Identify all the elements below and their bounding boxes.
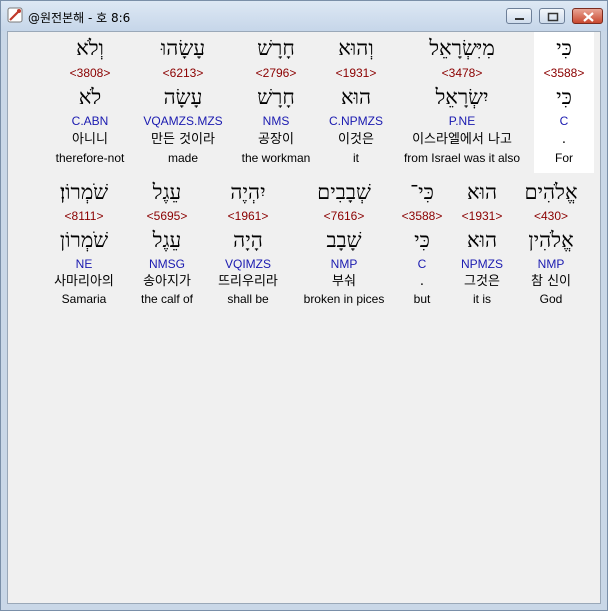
english-gloss: from Israel was it also — [403, 151, 521, 165]
word-cell[interactable]: וְלֹא <3808> לֹא C.ABN 아니니 therefore-not — [50, 32, 130, 173]
hebrew-word: הוּא — [466, 180, 498, 204]
strong-number[interactable]: <2796> — [236, 66, 316, 80]
hebrew-root: יִשְׂרָאֵל — [435, 85, 489, 109]
strong-number[interactable]: <3808> — [50, 66, 130, 80]
strong-number[interactable]: <1931> — [450, 209, 514, 223]
word-cell[interactable]: שְׁבָבִים <7616> שָׁבָב NMP 부숴 broken in… — [296, 178, 392, 319]
strong-number[interactable]: <1931> — [318, 66, 394, 80]
word-cell[interactable]: וְהוּא <1931> הוּא C.NPMZS 이것은 it — [318, 32, 394, 173]
hebrew-root: הָיָה — [233, 228, 263, 252]
korean-gloss: . — [419, 274, 425, 289]
interlinear-panel: כִּי <3588> כִּי C . For מִיִּשְׂרָאֵל <… — [7, 31, 601, 604]
strong-number[interactable]: <3588> — [394, 209, 450, 223]
word-cell[interactable]: כִּי־ <3588> כִּי C . but — [394, 178, 450, 319]
window-title: @원전본해 - 호 8:6 — [28, 11, 131, 25]
morphology-code: NMP — [330, 257, 358, 271]
hebrew-root: הוּא — [466, 228, 498, 252]
hebrew-root: עָשָׂה — [163, 85, 203, 109]
english-gloss: Samaria — [61, 292, 107, 306]
english-gloss: the workman — [241, 151, 311, 165]
morphology-code: C.ABN — [71, 114, 109, 128]
korean-gloss: 뜨리우리라 — [218, 274, 278, 289]
english-gloss: the calf of — [140, 292, 194, 306]
english-gloss: it is — [473, 292, 491, 306]
hebrew-root: כִּי — [556, 85, 572, 109]
strong-number[interactable]: <7616> — [296, 209, 392, 223]
hebrew-root: חָרָשׁ — [257, 85, 295, 109]
korean-gloss: 이것은 — [338, 132, 374, 147]
hebrew-root: הוּא — [340, 85, 372, 109]
strong-number[interactable]: <1961> — [208, 209, 288, 223]
word-cell[interactable]: עֵגֶל <5695> עֵגֶל NMSG 송아지가 the calf of — [132, 178, 202, 319]
english-gloss: God — [539, 292, 563, 306]
hebrew-word: חָרָשׁ — [257, 36, 295, 60]
korean-gloss: 참 신이 — [530, 274, 571, 289]
hebrew-root: כִּי — [414, 228, 430, 252]
hebrew-word: וְהוּא — [338, 36, 374, 60]
english-gloss: made — [167, 151, 199, 165]
korean-gloss: . — [561, 132, 567, 147]
hebrew-root: שָׁבָב — [326, 228, 362, 252]
hebrew-word: שֹׁמְרוֹן׃ — [59, 180, 109, 204]
word-cell[interactable]: יִהְיֶה <1961> הָיָה VQIMZS 뜨리우리라 shall … — [208, 178, 288, 319]
korean-gloss: 공장이 — [258, 132, 294, 147]
morphology-code: VQAMZS.MZS — [143, 114, 223, 128]
morphology-code: P.NE — [448, 114, 476, 128]
hebrew-word: וְלֹא — [76, 36, 104, 60]
strong-number[interactable]: <5695> — [132, 209, 202, 223]
app-icon — [7, 7, 23, 23]
morphology-code: NE — [75, 257, 93, 271]
english-gloss: therefore-not — [55, 151, 125, 165]
morphology-code: C — [559, 114, 569, 128]
morphology-code: NMSG — [149, 257, 185, 271]
morphology-code: VQIMZS — [224, 257, 271, 271]
english-gloss: For — [555, 151, 573, 165]
hebrew-word: אֱלֹהִים — [524, 180, 578, 204]
minimize-button[interactable] — [506, 8, 532, 24]
title-bar[interactable]: @원전본해 - 호 8:6 — [1, 1, 607, 31]
word-cell[interactable]: כִּי <3588> כִּי C . For — [534, 32, 594, 173]
korean-gloss: 이스라엘에서 나고 — [412, 132, 512, 147]
morphology-code: NMS — [262, 114, 290, 128]
strong-number[interactable]: <6213> — [136, 66, 230, 80]
english-gloss: but — [413, 292, 431, 306]
maximize-button[interactable] — [539, 8, 565, 24]
english-gloss: shall be — [227, 292, 269, 306]
korean-gloss: 아니니 — [72, 132, 108, 147]
korean-gloss: 송아지가 — [143, 274, 191, 289]
korean-gloss: 만든 것이라 — [151, 132, 215, 147]
hebrew-word: עָשָׂהוּ — [160, 36, 206, 60]
morphology-code: C — [417, 257, 427, 271]
hebrew-word: כִּי־ — [410, 180, 434, 204]
english-gloss: broken in pices — [303, 292, 385, 306]
korean-gloss: 그것은 — [464, 274, 500, 289]
close-button[interactable] — [572, 8, 603, 24]
hebrew-root: עֵגֶל — [152, 228, 182, 252]
korean-gloss: 사마리아의 — [54, 274, 114, 289]
word-cell[interactable]: עָשָׂהוּ <6213> עָשָׂה VQAMZS.MZS 만든 것이라… — [136, 32, 230, 173]
strong-number[interactable]: <3478> — [394, 66, 530, 80]
word-cell[interactable]: הוּא <1931> הוּא NPMZS 그것은 it is — [450, 178, 514, 319]
korean-gloss: 부숴 — [332, 274, 356, 289]
morphology-code: NMP — [537, 257, 565, 271]
strong-number[interactable]: <8111> — [44, 209, 124, 223]
word-cell[interactable]: אֱלֹהִים <430> אֱלֹהִין NMP 참 신이 God — [514, 178, 588, 319]
strong-number[interactable]: <3588> — [534, 66, 594, 80]
hebrew-word: עֵגֶל — [152, 180, 182, 204]
morphology-code: C.NPMZS — [329, 114, 383, 128]
morphology-code: NPMZS — [461, 257, 503, 271]
app-window: @원전본해 - 호 8:6 כִּי <3588> כִּי C . For מ… — [0, 0, 608, 611]
word-cell[interactable]: שֹׁמְרוֹן׃ <8111> שֹׁמְרוֹן NE 사마리아의 Sam… — [44, 178, 124, 319]
hebrew-word: מִיִּשְׂרָאֵל — [429, 36, 495, 60]
hebrew-root: שֹׁמְרוֹן — [59, 228, 109, 252]
english-gloss: it — [353, 151, 359, 165]
hebrew-word: שְׁבָבִים — [317, 180, 371, 204]
hebrew-word: כִּי — [556, 36, 572, 60]
hebrew-root: אֱלֹהִין — [528, 228, 574, 252]
word-cell[interactable]: חָרָשׁ <2796> חָרָשׁ NMS 공장이 the workman — [236, 32, 316, 173]
hebrew-word: יִהְיֶה — [230, 180, 266, 204]
strong-number[interactable]: <430> — [514, 209, 588, 223]
hebrew-root: לֹא — [78, 85, 102, 109]
word-cell[interactable]: מִיִּשְׂרָאֵל <3478> יִשְׂרָאֵל P.NE 이스라… — [394, 32, 530, 173]
